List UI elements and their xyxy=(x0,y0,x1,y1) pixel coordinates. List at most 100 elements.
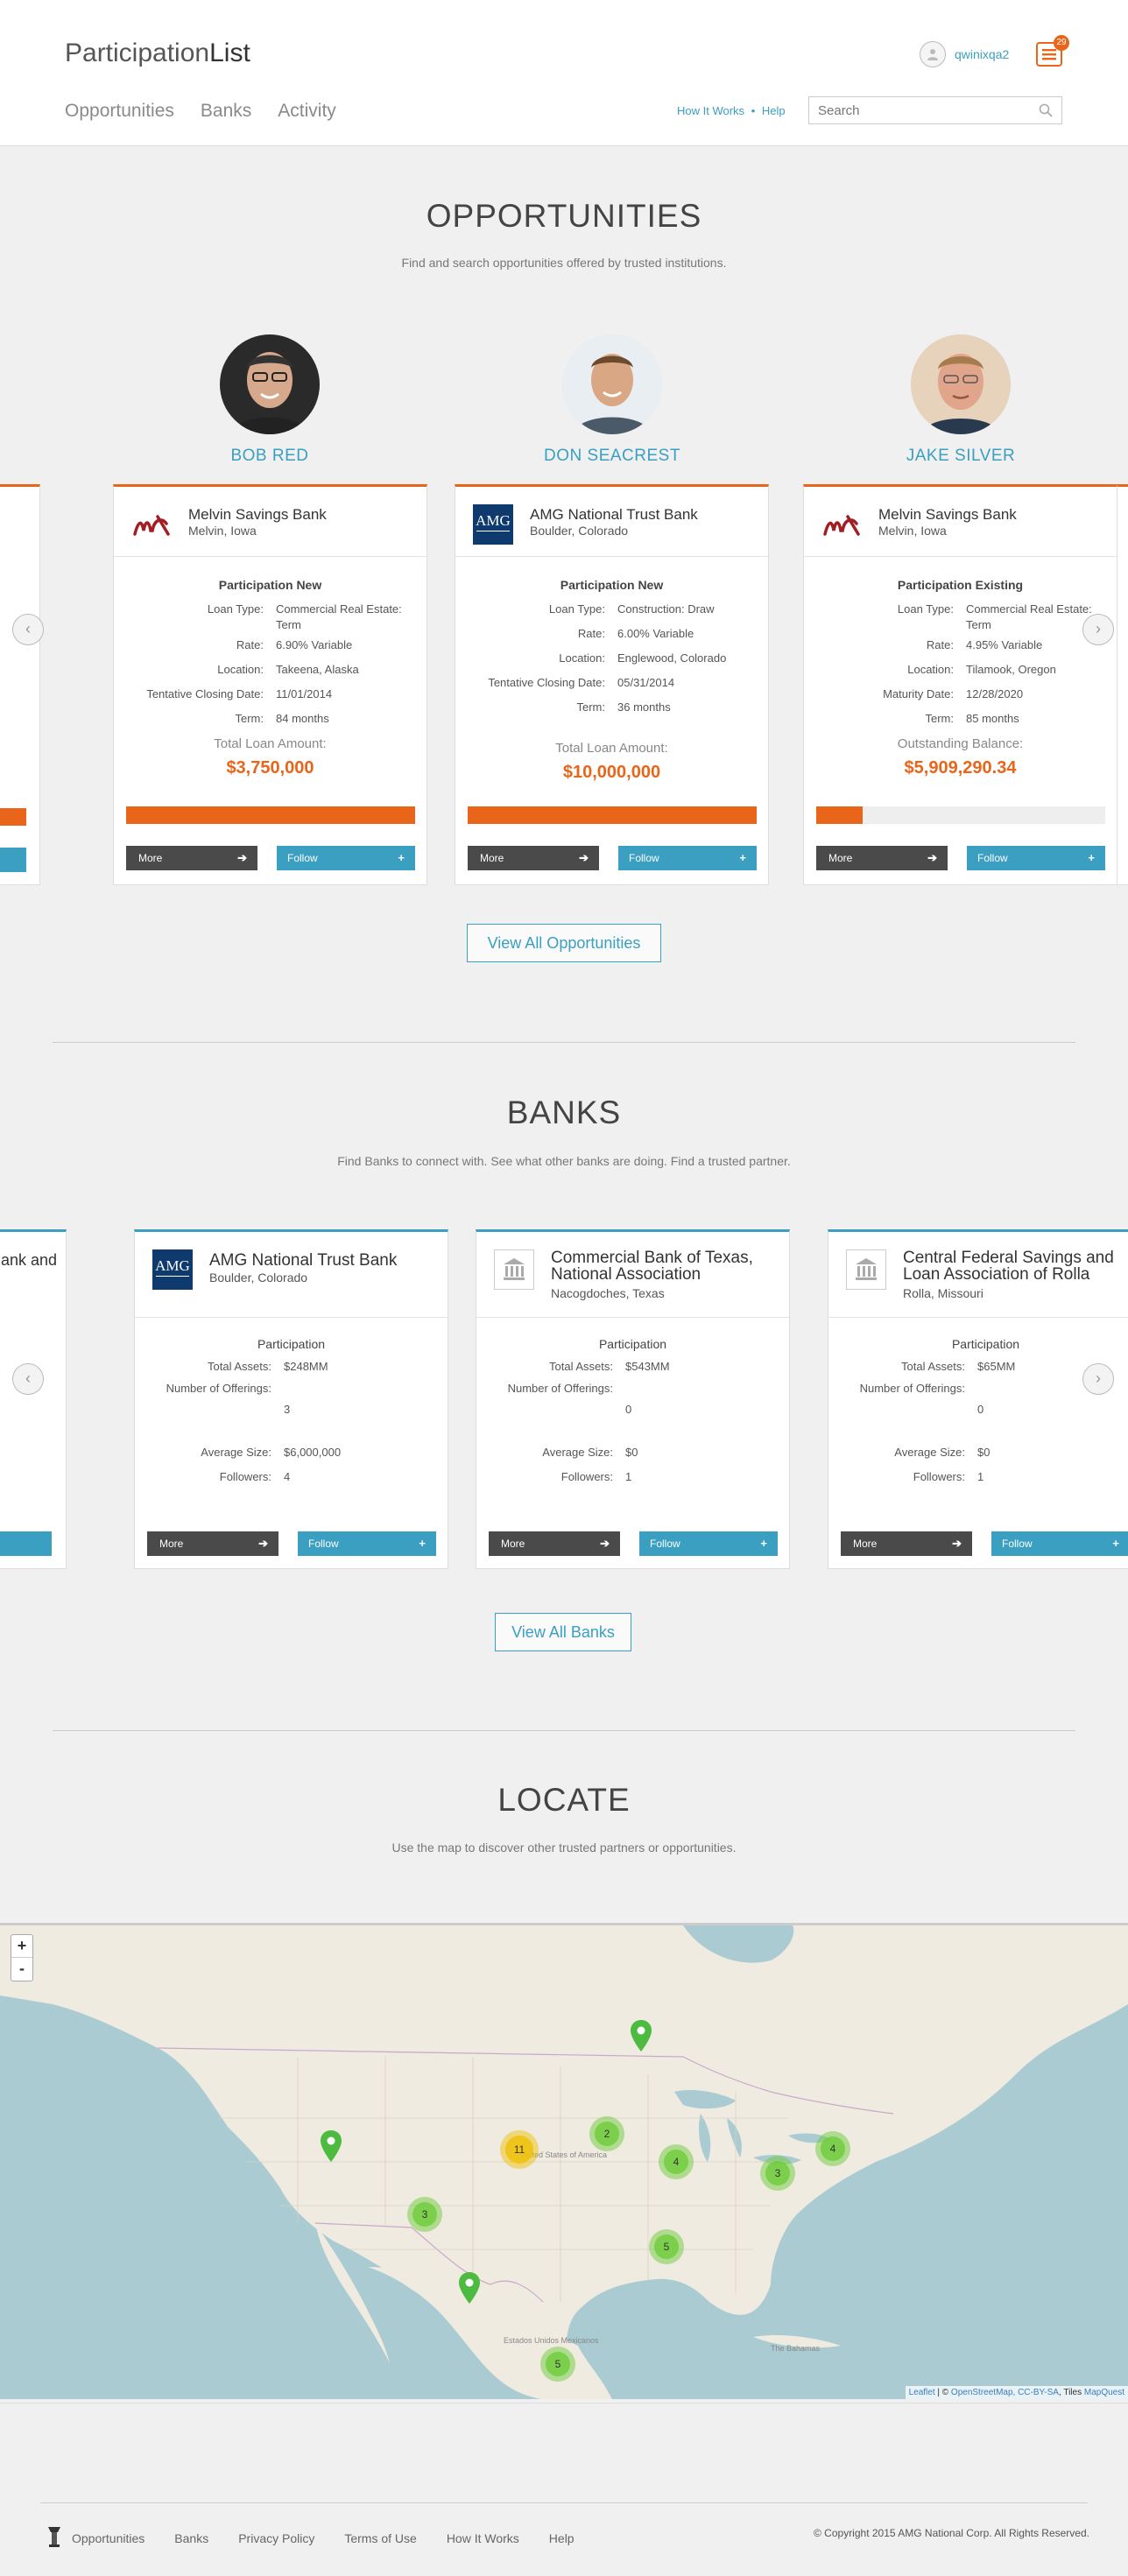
map-marker-pin-icon[interactable] xyxy=(459,2272,480,2308)
detail-label: Term: xyxy=(235,712,264,725)
banks-subtitle: Find Banks to connect with. See what oth… xyxy=(337,1154,791,1168)
followers-count: 1 xyxy=(625,1470,632,1483)
profile-name[interactable]: DON SEACREST xyxy=(525,447,700,466)
notification-count-badge: 29 xyxy=(1054,35,1069,51)
footer-logo-icon[interactable] xyxy=(46,2525,63,2551)
carousel-next-button[interactable]: › xyxy=(1082,614,1114,645)
detail-label: Loan Type: xyxy=(897,602,954,616)
map-cluster[interactable]: 2 xyxy=(589,2116,624,2151)
locate-map[interactable]: United States of America Estados Unidos … xyxy=(0,1923,1128,2399)
footer-link-banks[interactable]: Banks xyxy=(174,2531,208,2545)
more-button[interactable]: More ➔ xyxy=(468,846,599,870)
search-icon[interactable] xyxy=(1039,103,1053,122)
map-label-mexico: Estados Unidos Mexicanos xyxy=(504,2336,599,2345)
search-box xyxy=(808,96,1062,124)
bank-card[interactable]: AMG AMG National Trust Bank Boulder, Col… xyxy=(134,1229,448,1569)
view-all-opportunities-button[interactable]: View All Opportunities xyxy=(467,924,661,962)
bank-name[interactable]: Central Federal Savings and Loan Associa… xyxy=(903,1249,1128,1283)
outstanding-balance: $5,909,290.34 xyxy=(904,758,1017,778)
follow-label: Follow xyxy=(287,852,318,864)
detail-row: Total Assets: $543MM xyxy=(476,1355,789,1379)
profile-bob-red[interactable]: BOB RED xyxy=(182,334,357,466)
map-cluster[interactable]: 3 xyxy=(407,2197,442,2232)
card-header: Melvin Savings Bank Melvin, Iowa xyxy=(804,487,1117,557)
more-button[interactable]: More ➔ xyxy=(489,1531,620,1556)
footer-link-terms[interactable]: Terms of Use xyxy=(344,2531,416,2545)
more-button[interactable]: More ➔ xyxy=(126,846,257,870)
banks-carousel-prev-button[interactable]: ‹ xyxy=(12,1363,44,1395)
progress-bar xyxy=(126,806,415,824)
site-logo[interactable]: ParticipationList xyxy=(65,39,250,68)
more-label: More xyxy=(159,1538,184,1550)
chevron-right-icon: › xyxy=(1096,1369,1101,1387)
search-input[interactable] xyxy=(809,97,1028,123)
username-link[interactable]: qwinixqa2 xyxy=(955,47,1009,61)
bank-name[interactable]: AMG National Trust Bank xyxy=(209,1251,397,1270)
profile-don-seacrest[interactable]: DON SEACREST xyxy=(525,334,700,466)
follow-button[interactable] xyxy=(0,848,26,872)
follow-label: Follow xyxy=(977,852,1008,864)
map-marker-pin-icon[interactable] xyxy=(321,2130,342,2166)
nav-opportunities[interactable]: Opportunities xyxy=(65,101,174,122)
follow-button[interactable]: Follow + xyxy=(639,1531,778,1556)
nav-banks[interactable]: Banks xyxy=(201,101,251,122)
detail-row: Average Size: $0 xyxy=(828,1440,1128,1465)
nav-activity[interactable]: Activity xyxy=(278,101,336,122)
bank-card[interactable]: Commercial Bank of Texas, National Assoc… xyxy=(476,1229,790,1569)
view-all-banks-button[interactable]: View All Banks xyxy=(495,1613,631,1651)
opportunity-card[interactable]: AMG AMG National Trust Bank Boulder, Col… xyxy=(455,484,769,885)
profile-name[interactable]: JAKE SILVER xyxy=(873,447,1048,466)
map-cluster[interactable]: 11 xyxy=(500,2130,539,2169)
plus-icon: + xyxy=(760,1537,767,1550)
opportunity-card[interactable]: Melvin Savings Bank Melvin, Iowa Partici… xyxy=(803,484,1117,885)
osm-link[interactable]: OpenStreetMap xyxy=(951,2388,1013,2397)
follow-button[interactable]: Follow + xyxy=(298,1531,436,1556)
how-it-works-link[interactable]: How It Works xyxy=(677,104,744,117)
bank-name[interactable]: Melvin Savings Bank xyxy=(188,506,327,524)
more-button[interactable]: More ➔ xyxy=(147,1531,278,1556)
banks-carousel-next-button[interactable]: › xyxy=(1082,1363,1114,1395)
bank-name[interactable]: Commercial Bank of Texas, National Assoc… xyxy=(551,1249,779,1283)
map-cluster[interactable]: 5 xyxy=(540,2347,575,2382)
follow-button[interactable] xyxy=(0,1531,52,1556)
footer-link-help[interactable]: Help xyxy=(549,2531,575,2545)
more-button[interactable]: More ➔ xyxy=(841,1531,972,1556)
bank-card[interactable]: Central Federal Savings and Loan Associa… xyxy=(828,1229,1128,1569)
follow-button[interactable]: Follow + xyxy=(618,846,757,870)
detail-row: 0 xyxy=(476,1398,789,1421)
detail-label: Followers: xyxy=(913,1470,965,1483)
follow-button[interactable]: Follow + xyxy=(277,846,415,870)
map-zoom-control: + - xyxy=(11,1934,33,1981)
detail-label: Location: xyxy=(907,663,954,676)
zoom-in-button[interactable]: + xyxy=(11,1935,32,1958)
map-cluster[interactable]: 4 xyxy=(659,2144,694,2179)
mapquest-link[interactable]: MapQuest xyxy=(1084,2388,1124,2397)
footer-link-opportunities[interactable]: Opportunities xyxy=(72,2531,145,2545)
profile-name[interactable]: BOB RED xyxy=(182,447,357,466)
detail-label: Tentative Closing Date: xyxy=(488,676,605,689)
map-marker-pin-icon[interactable] xyxy=(631,2020,652,2056)
carousel-prev-button[interactable]: ‹ xyxy=(12,614,44,645)
bank-name[interactable]: AMG National Trust Bank xyxy=(530,506,698,524)
footer-link-how-it-works[interactable]: How It Works xyxy=(447,2531,519,2545)
follow-button[interactable]: Follow + xyxy=(967,846,1105,870)
map-cluster[interactable]: 5 xyxy=(649,2229,684,2264)
map-cluster[interactable]: 4 xyxy=(815,2131,850,2166)
follow-label: Follow xyxy=(629,852,659,864)
zoom-out-button[interactable]: - xyxy=(11,1958,32,1981)
user-menu[interactable]: qwinixqa2 xyxy=(920,41,1009,67)
bank-name[interactable]: ank and xyxy=(1,1251,57,1270)
leaflet-link[interactable]: Leaflet xyxy=(909,2388,935,2397)
profile-jake-silver[interactable]: JAKE SILVER xyxy=(873,334,1048,466)
license-link[interactable]: , CC-BY-SA xyxy=(1013,2388,1059,2397)
opportunity-card[interactable]: Melvin Savings Bank Melvin, Iowa Partici… xyxy=(113,484,427,885)
help-link[interactable]: Help xyxy=(762,104,786,117)
detail-label: Rate: xyxy=(236,638,264,651)
footer-link-privacy[interactable]: Privacy Policy xyxy=(238,2531,314,2545)
amount-label: Outstanding Balance: xyxy=(897,736,1024,751)
follow-button[interactable]: Follow + xyxy=(991,1531,1128,1556)
more-button[interactable]: More ➔ xyxy=(816,846,948,870)
map-cluster[interactable]: 3 xyxy=(760,2156,795,2191)
bank-name[interactable]: Melvin Savings Bank xyxy=(878,506,1017,524)
total-assets: $543MM xyxy=(625,1360,670,1373)
